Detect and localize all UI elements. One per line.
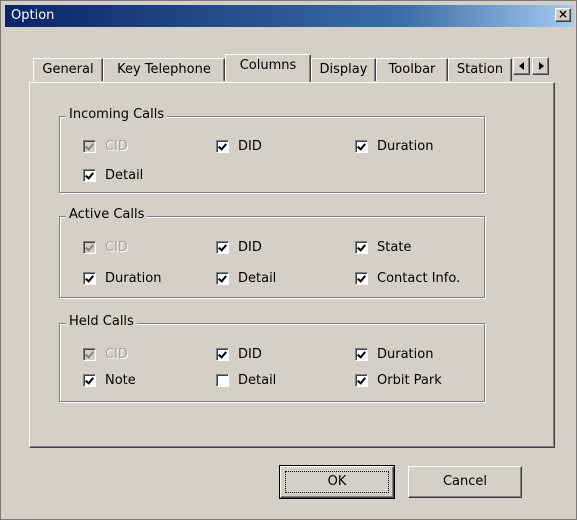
checkbox-label: Orbit Park [377,373,442,388]
tab-label: Key Telephone [117,62,211,77]
focus-rect [285,471,389,493]
tab-display[interactable]: Display [311,58,376,81]
checkbox-label: Detail [238,271,277,286]
checkbox-label: Note [105,373,136,388]
checkmark-icon [218,273,227,283]
checkmark-icon [218,242,227,252]
checkmark-icon [85,273,94,283]
checkbox-label: Duration [377,139,434,154]
checkbox-box[interactable] [355,241,368,254]
checkbox-box[interactable] [216,241,229,254]
tab-station[interactable]: Station [448,58,512,81]
checkbox-box[interactable] [83,272,96,285]
checkmark-icon [357,375,366,385]
checkbox-box[interactable] [83,374,96,387]
tab-toolbar[interactable]: Toolbar [376,58,448,81]
checkbox-box[interactable] [83,169,96,182]
checkbox-box[interactable] [355,348,368,361]
checkmark-icon [357,242,366,252]
close-button[interactable]: × [555,8,571,22]
tab-columns[interactable]: Columns [225,54,311,82]
tab-key-telephone[interactable]: Key Telephone [103,58,225,81]
checkbox-box[interactable] [216,374,229,387]
tab-label: Station [456,62,504,77]
checkbox-label: Detail [105,168,144,183]
checkbox-label: CID [105,347,128,362]
checkmark-icon [85,141,94,151]
checkbox-box[interactable] [355,374,368,387]
checkmark-icon [357,273,366,283]
checkbox-box[interactable] [355,272,368,285]
checkbox-label: Contact Info. [377,271,461,286]
checkbox-box [83,140,96,153]
close-icon: × [557,7,569,21]
window-title: Option [11,8,55,23]
group-title: Incoming Calls [66,107,168,122]
checkbox-label: DID [238,139,262,154]
checkbox-label: Detail [238,373,277,388]
checkbox-label: Duration [377,347,434,362]
checkbox-label: Duration [105,271,162,286]
checkmark-icon [218,141,227,151]
held-calls-group: Held Calls [59,314,485,402]
tab-label: Columns [239,58,297,73]
tab-scroll-left-button[interactable] [513,57,530,75]
checkmark-icon [85,349,94,359]
checkmark-icon [218,349,227,359]
checkbox-label: DID [238,347,262,362]
checkbox-box [83,348,96,361]
checkbox-box[interactable] [216,348,229,361]
cancel-button[interactable]: Cancel [408,466,522,498]
arrow-left-icon [519,62,524,70]
checkbox-label: CID [105,240,128,255]
tab-label: Toolbar [388,62,436,77]
checkbox-label: CID [105,139,128,154]
arrow-right-icon [539,62,544,70]
checkbox-box[interactable] [355,140,368,153]
tab-general[interactable]: General [33,58,103,81]
checkbox-label: State [377,240,412,255]
group-title: Held Calls [66,314,137,329]
checkmark-icon [85,375,94,385]
checkbox-box[interactable] [216,140,229,153]
title-bar[interactable]: Option × [5,5,574,27]
tab-label: Display [319,62,368,77]
tab-label: General [42,62,94,77]
checkbox-label: DID [238,240,262,255]
checkbox-box [83,241,96,254]
option-dialog: Option × General Key Telephone Columns D… [0,0,577,520]
checkmark-icon [357,141,366,151]
checkmark-icon [85,242,94,252]
checkmark-icon [357,349,366,359]
tab-scroll-right-button[interactable] [532,57,549,75]
checkmark-icon [85,170,94,180]
group-title: Active Calls [66,207,148,222]
cancel-label: Cancel [442,474,488,489]
checkbox-box[interactable] [216,272,229,285]
ok-button[interactable]: OK [279,465,395,499]
